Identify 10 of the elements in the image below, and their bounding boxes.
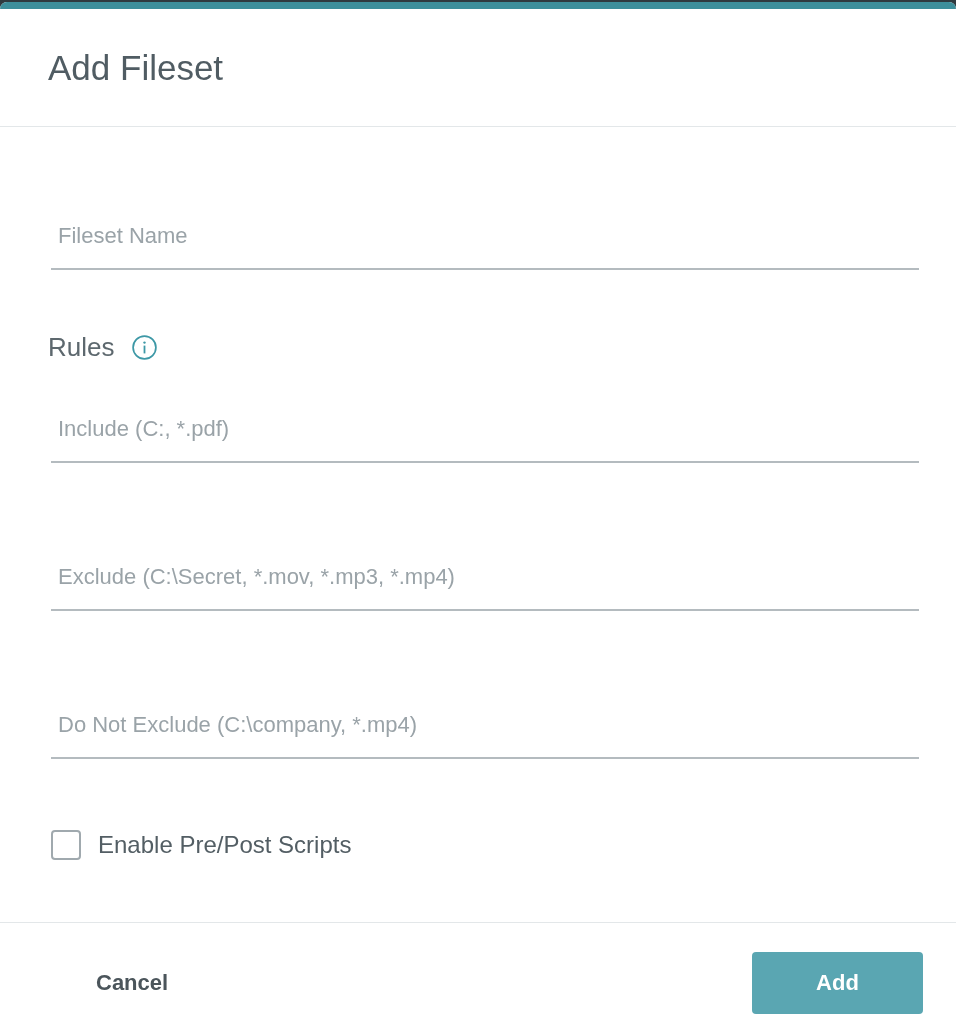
checkbox-label[interactable]: Enable Pre/Post Scripts xyxy=(98,830,352,860)
text-field[interactable]: Do Not Exclude (C:\company, *.mp4) xyxy=(51,705,919,759)
cancel-button[interactable]: Cancel xyxy=(80,952,185,1014)
info-icon[interactable] xyxy=(132,334,158,360)
dialog-title: Add Fileset xyxy=(48,47,224,88)
checkbox[interactable] xyxy=(51,830,81,860)
text-field[interactable]: Include (C:, *.pdf) xyxy=(51,409,919,463)
text-field[interactable]: Fileset Name xyxy=(51,216,919,270)
section-label: Rules xyxy=(48,331,115,363)
text-field[interactable]: Exclude (C:\Secret, *.mov, *.mp3, *.mp4) xyxy=(51,557,919,611)
